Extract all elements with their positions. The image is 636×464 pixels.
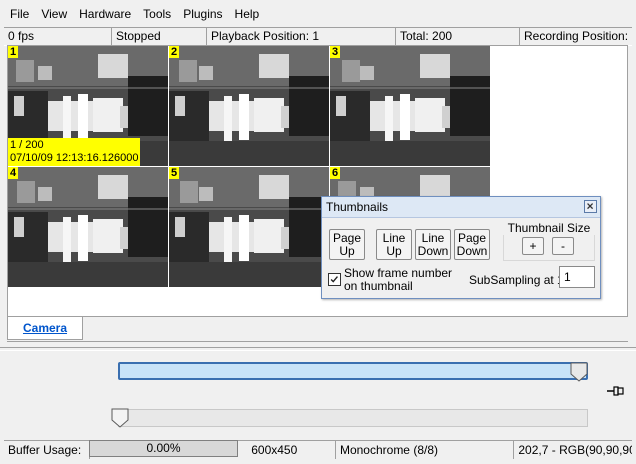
recording-position: Recording Position: bbox=[524, 29, 628, 43]
resolution-readout: 600x450 bbox=[247, 441, 336, 459]
thumbnails-panel-title: Thumbnails bbox=[326, 200, 389, 214]
pixel-readout: 202,7 - RGB(90,90,90) bbox=[518, 443, 632, 457]
tab-camera[interactable]: Camera bbox=[7, 317, 83, 340]
buffer-usage-bar: 0.00% bbox=[89, 440, 238, 457]
thumbnail-number: 6 bbox=[330, 167, 341, 179]
thumbnail-size-label: Thumbnail Size bbox=[503, 221, 595, 235]
thumbnail-number: 4 bbox=[8, 167, 19, 179]
thumbnail-4[interactable]: 4 bbox=[8, 167, 168, 287]
thumbnail-number: 2 bbox=[169, 46, 180, 58]
thumbnail-3[interactable]: 3 bbox=[330, 46, 490, 166]
menu-help[interactable]: Help bbox=[229, 4, 266, 24]
size-decrease-button[interactable]: - bbox=[552, 237, 574, 255]
tab-bar: Camera bbox=[7, 317, 628, 342]
line-down-button[interactable]: Line Down bbox=[415, 229, 451, 260]
menu-hardware[interactable]: Hardware bbox=[73, 4, 137, 24]
thumbnails-panel: Thumbnails Page Up Line Up Line Down Page Do… bbox=[321, 196, 601, 299]
thumbnails-panel-titlebar[interactable]: Thumbnails bbox=[322, 197, 600, 218]
thumbnail-number: 1 bbox=[8, 46, 19, 58]
thumbnail-1[interactable]: 1 1 / 200 07/10/09 12:13:16.126000 bbox=[8, 46, 168, 166]
page-down-button[interactable]: Page Down bbox=[454, 229, 490, 260]
buffer-usage-value: 0.00% bbox=[146, 441, 181, 455]
menu-file[interactable]: File bbox=[0, 4, 35, 24]
pin-icon[interactable] bbox=[606, 385, 624, 397]
color-mode-readout: Monochrome (8/8) bbox=[336, 441, 515, 459]
range-slider-thumb[interactable] bbox=[111, 408, 129, 428]
buffer-usage-label: Buffer Usage: bbox=[4, 441, 90, 459]
thumbnail-number: 5 bbox=[169, 167, 180, 179]
splitter[interactable] bbox=[0, 347, 636, 351]
top-status-bar: 0 fps Stopped Playback Position: 1 Total… bbox=[4, 27, 632, 46]
playback-slider-track[interactable] bbox=[118, 362, 588, 380]
menu-bar: File View Hardware Tools Plugins Help bbox=[0, 4, 636, 24]
show-frame-number-label: Show frame number on thumbnail bbox=[344, 266, 453, 293]
total-frames: Total: 200 bbox=[396, 28, 520, 45]
menu-plugins[interactable]: Plugins bbox=[177, 4, 228, 24]
fps-readout: 0 fps bbox=[4, 28, 112, 45]
menu-view[interactable]: View bbox=[35, 4, 73, 24]
range-slider-track[interactable] bbox=[118, 409, 588, 427]
page-up-button[interactable]: Page Up bbox=[329, 229, 365, 260]
subsampling-label: SubSampling at 1/ bbox=[469, 273, 568, 287]
menu-tools[interactable]: Tools bbox=[137, 4, 177, 24]
thumbnail-5[interactable]: 5 bbox=[169, 167, 329, 287]
line-up-button[interactable]: Line Up bbox=[376, 229, 412, 260]
close-icon[interactable] bbox=[584, 200, 597, 213]
playback-state: Stopped bbox=[112, 28, 207, 45]
thumbnail-number: 3 bbox=[330, 46, 341, 58]
frame-info-overlay: 1 / 200 07/10/09 12:13:16.126000 bbox=[8, 138, 141, 166]
size-increase-button[interactable]: + bbox=[522, 237, 544, 255]
thumbnail-2[interactable]: 2 bbox=[169, 46, 329, 166]
playback-position: Playback Position: 1 bbox=[207, 28, 396, 45]
show-frame-number-checkbox[interactable] bbox=[328, 273, 341, 286]
subsampling-input[interactable] bbox=[559, 266, 595, 288]
playback-slider-thumb[interactable] bbox=[570, 362, 588, 382]
